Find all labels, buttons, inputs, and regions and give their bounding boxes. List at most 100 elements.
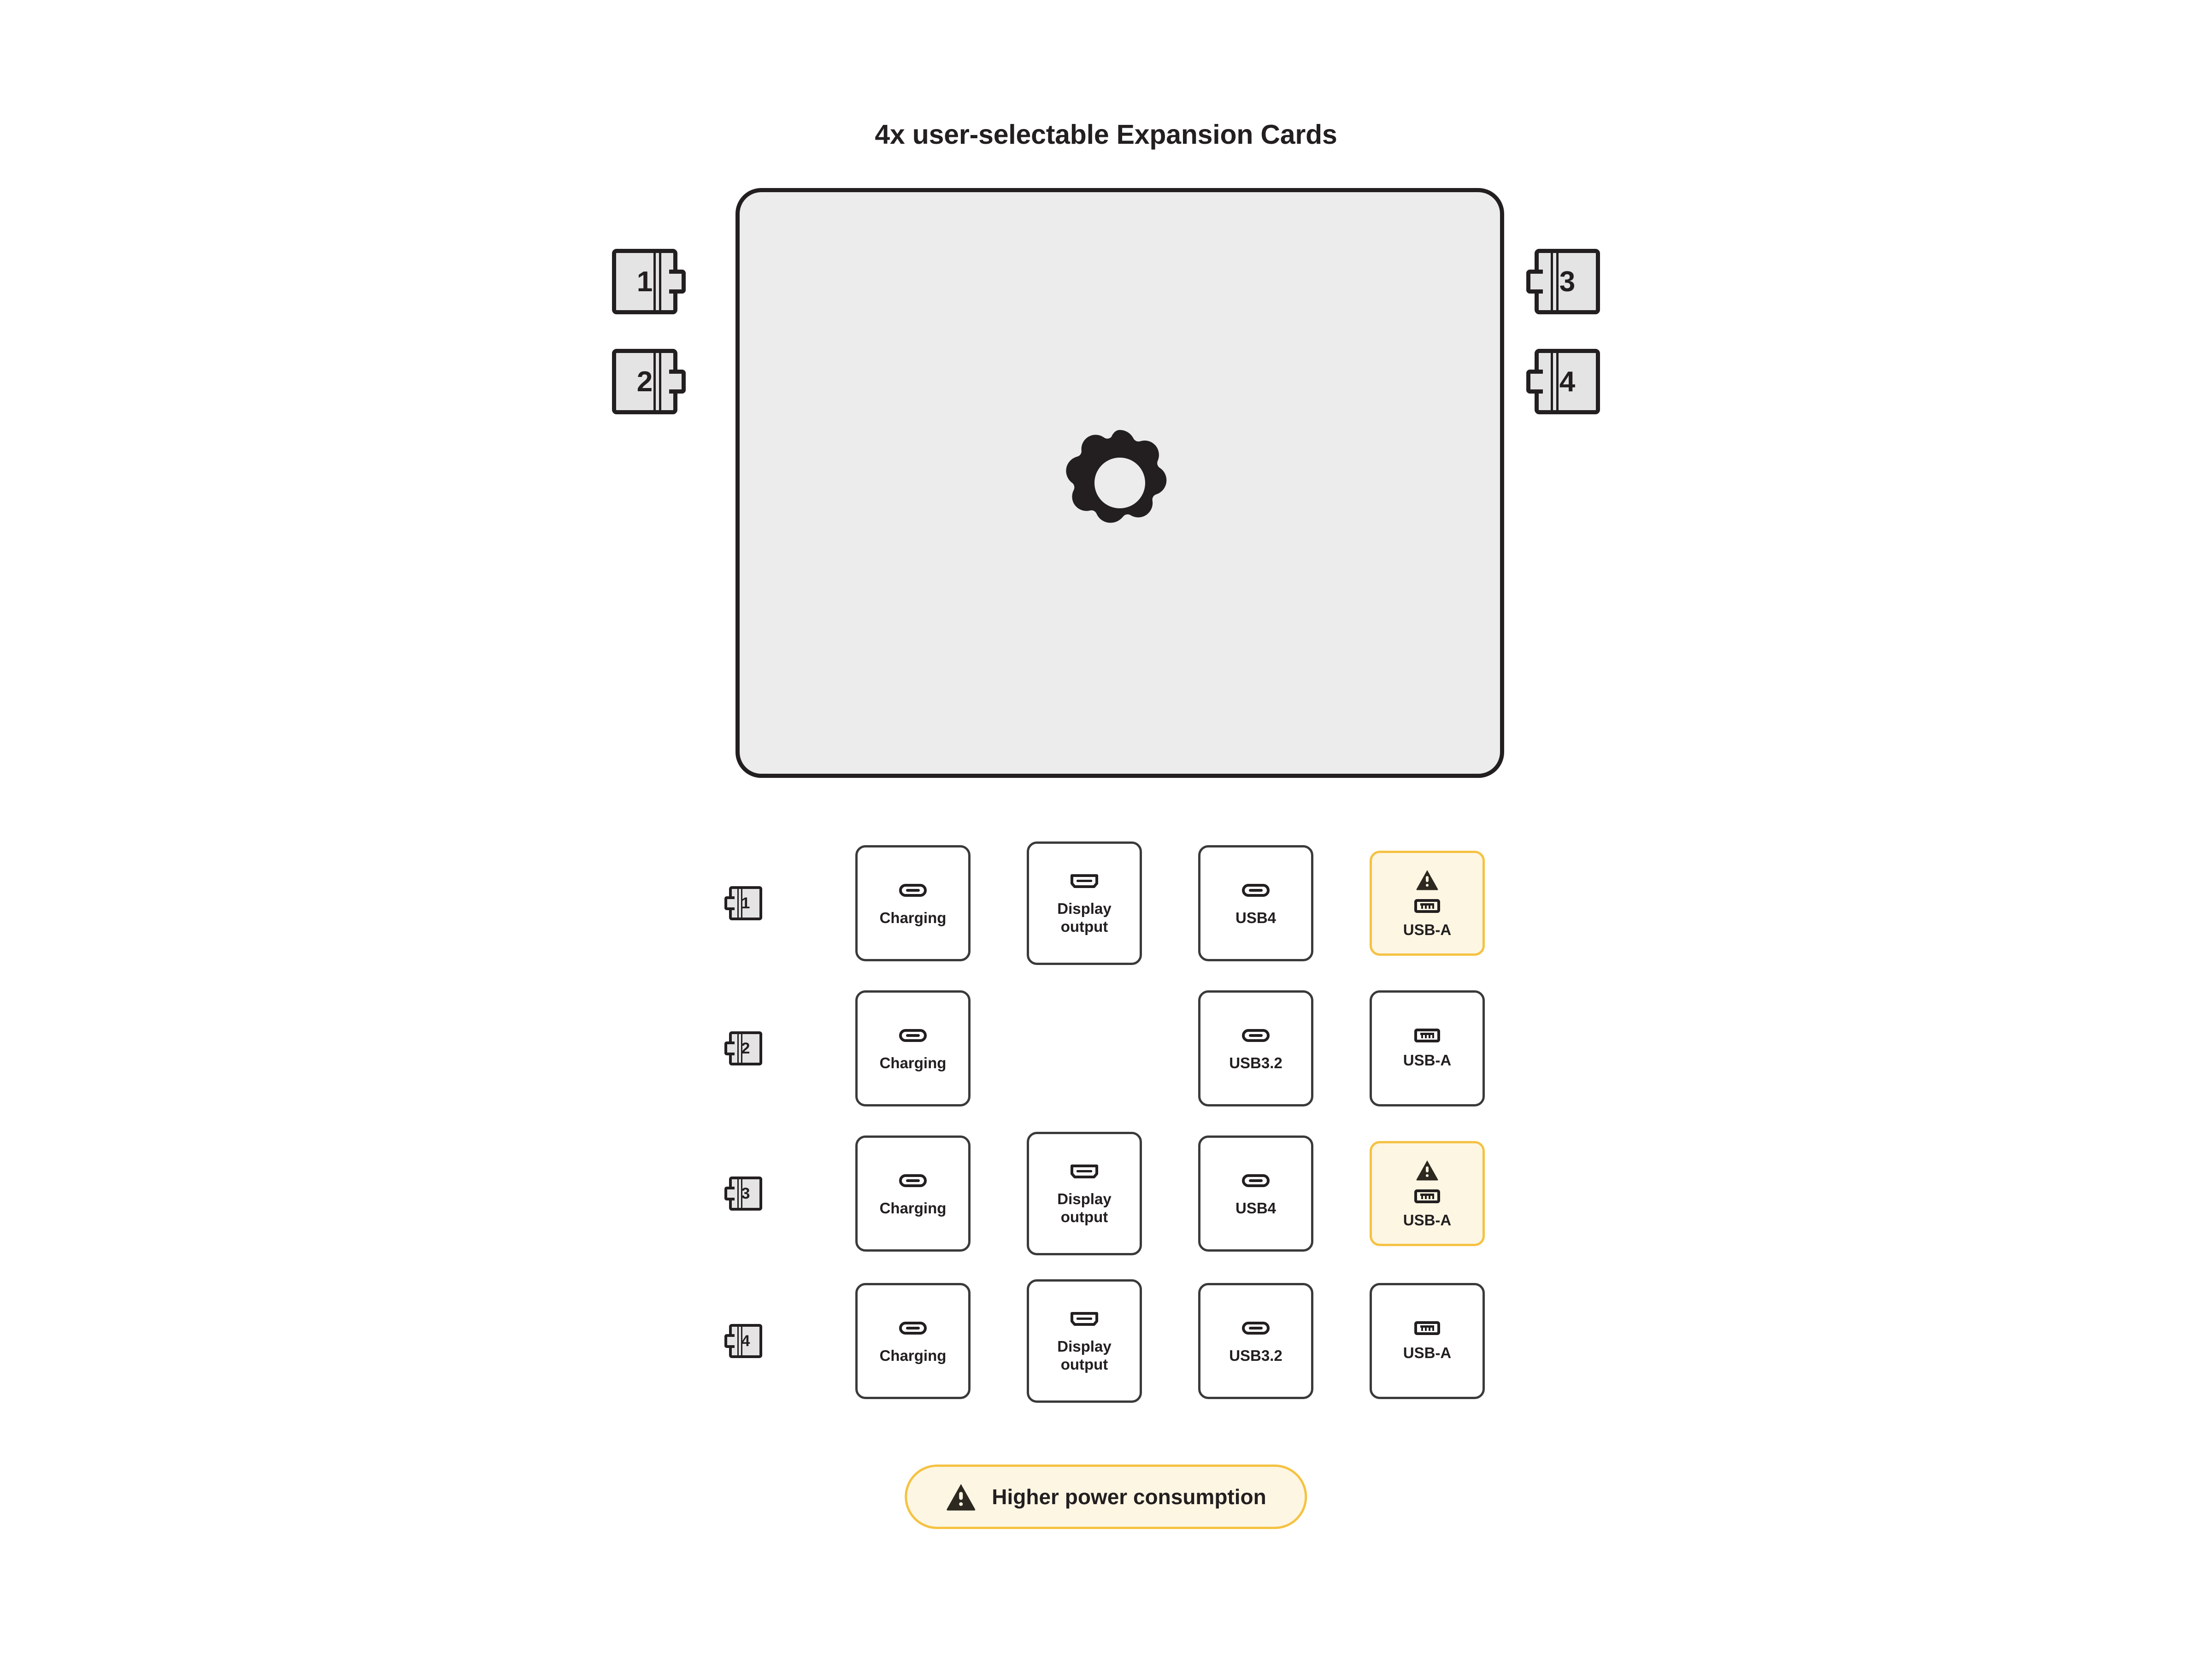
port-cell[interactable]: USB3.2: [1198, 990, 1313, 1106]
row-badge-label: 2: [741, 1039, 750, 1057]
row-badge-2: 2: [724, 1031, 762, 1065]
usb-a-icon: [1414, 1028, 1440, 1043]
port-card-usb32[interactable]: USB3.2: [1198, 990, 1313, 1106]
expansion-card-connector-nub: [1526, 370, 1543, 394]
port-card-label: USB3.2: [1229, 1054, 1282, 1071]
framework-gear-logo-icon: [1062, 425, 1177, 541]
matrix-row: 3 Charging Display output USB4 USB-A: [719, 1120, 1548, 1267]
expansion-card-connector-nub: [669, 270, 686, 294]
usb-c-icon: [899, 880, 927, 901]
row-badge-body: 2: [724, 1031, 762, 1065]
port-cell[interactable]: USB4: [1198, 845, 1313, 961]
port-card-label: USB3.2: [1229, 1347, 1282, 1364]
port-card-charging[interactable]: Charging: [855, 990, 971, 1106]
port-card-display-output[interactable]: Display output: [1027, 1132, 1142, 1255]
row-badge-connector-nub: [724, 896, 735, 910]
expansion-card-body: 1: [612, 249, 686, 314]
usb-a-icon: [1414, 1320, 1440, 1336]
port-card-charging[interactable]: Charging: [855, 845, 971, 961]
matrix-row: 2 Charging USB3.2 USB-A: [719, 977, 1548, 1120]
port-card-display-output[interactable]: Display output: [1027, 841, 1142, 965]
port-card-label: Display output: [1057, 1338, 1112, 1373]
port-card-label: USB4: [1235, 1199, 1277, 1217]
expansion-card-label: 1: [636, 265, 653, 298]
display-port-icon: [1070, 871, 1099, 892]
port-card-label: USB-A: [1403, 1211, 1452, 1229]
warning-triangle-icon: [1416, 1158, 1439, 1182]
port-card-charging[interactable]: Charging: [855, 1283, 971, 1399]
usb-c-icon: [899, 1318, 927, 1339]
usb-c-icon: [1242, 1025, 1270, 1046]
laptop-chassis: [735, 188, 1504, 778]
display-port-icon: [1070, 1308, 1099, 1330]
expansion-card-body: 2: [612, 349, 686, 414]
display-port-icon: [1070, 1161, 1099, 1182]
port-cell[interactable]: Charging: [855, 845, 971, 961]
port-cell[interactable]: USB-A: [1370, 1141, 1485, 1246]
row-badge-label: 1: [741, 894, 750, 912]
port-card-label: USB-A: [1403, 921, 1452, 938]
port-card-charging[interactable]: Charging: [855, 1135, 971, 1252]
port-card-display-output[interactable]: Display output: [1027, 1279, 1142, 1403]
usb-a-icon: [1414, 1188, 1440, 1204]
row-badge-3: 3: [724, 1177, 762, 1211]
port-card-label: Charging: [879, 1054, 947, 1071]
port-card-label: Charging: [879, 909, 947, 926]
port-card-label: Display output: [1057, 900, 1112, 935]
usb-a-icon: [1414, 898, 1440, 914]
matrix-row: 4 Charging Display output USB3.2 USB-A: [719, 1267, 1548, 1415]
port-cell[interactable]: Charging: [855, 1283, 971, 1399]
usb-c-icon: [899, 1170, 927, 1191]
row-badge-label: 3: [741, 1184, 750, 1202]
port-card-usb-a[interactable]: USB-A: [1370, 990, 1485, 1106]
port-card-usb4[interactable]: USB4: [1198, 845, 1313, 961]
warning-triangle-icon: [1416, 868, 1439, 892]
expansion-card-label: 3: [1559, 265, 1576, 298]
port-cell[interactable]: USB4: [1198, 1135, 1313, 1252]
port-cell[interactable]: Display output: [1027, 1279, 1142, 1403]
row-badge-connector-nub: [724, 1187, 735, 1200]
legend-higher-power-consumption: Higher power consumption: [905, 1465, 1307, 1529]
row-badge-connector-nub: [724, 1334, 735, 1348]
port-cell[interactable]: Display output: [1027, 1132, 1142, 1255]
expansion-card-connector-nub: [1526, 270, 1543, 294]
row-badge-body: 3: [724, 1177, 762, 1211]
port-card-label: Display output: [1057, 1190, 1112, 1225]
expansion-card-4[interactable]: 4: [1526, 349, 1600, 414]
port-cell[interactable]: USB-A: [1370, 990, 1485, 1106]
diagram-root: 4x user-selectable Expansion Cards 1 2 3: [0, 0, 2212, 1659]
expansion-card-label: 2: [636, 365, 653, 398]
row-badge-1: 1: [724, 886, 762, 920]
usb-c-icon: [899, 1025, 927, 1046]
port-compatibility-matrix: 1 Charging Display output USB4 USB-A 2 C…: [719, 830, 1548, 1410]
port-card-usb4[interactable]: USB4: [1198, 1135, 1313, 1252]
port-card-usb-a-warning[interactable]: USB-A: [1370, 851, 1485, 956]
expansion-card-label: 4: [1559, 365, 1576, 398]
port-card-usb32[interactable]: USB3.2: [1198, 1283, 1313, 1399]
page-title: 4x user-selectable Expansion Cards: [875, 119, 1337, 150]
row-badge-body: 4: [724, 1324, 762, 1358]
port-cell[interactable]: Charging: [855, 1135, 971, 1252]
expansion-card-1[interactable]: 1: [612, 249, 686, 314]
port-cell[interactable]: USB-A: [1370, 1283, 1485, 1399]
usb-c-icon: [1242, 1170, 1270, 1191]
port-cell[interactable]: USB-A: [1370, 851, 1485, 956]
port-card-label: Charging: [879, 1347, 947, 1364]
port-card-usb-a-warning[interactable]: USB-A: [1370, 1141, 1485, 1246]
port-cell[interactable]: Charging: [855, 990, 971, 1106]
expansion-card-body: 3: [1526, 249, 1600, 314]
port-card-usb-a[interactable]: USB-A: [1370, 1283, 1485, 1399]
expansion-card-2[interactable]: 2: [612, 349, 686, 414]
row-badge-4: 4: [724, 1324, 762, 1358]
port-card-label: Charging: [879, 1199, 947, 1217]
expansion-card-3[interactable]: 3: [1526, 249, 1600, 314]
expansion-card-connector-nub: [669, 370, 686, 394]
port-card-label: USB-A: [1403, 1051, 1452, 1069]
row-badge-body: 1: [724, 886, 762, 920]
warning-triangle-icon: [946, 1483, 976, 1511]
expansion-card-body: 4: [1526, 349, 1600, 414]
row-badge-connector-nub: [724, 1041, 735, 1055]
legend-label: Higher power consumption: [992, 1485, 1266, 1509]
port-cell[interactable]: USB3.2: [1198, 1283, 1313, 1399]
port-cell[interactable]: Display output: [1027, 841, 1142, 965]
